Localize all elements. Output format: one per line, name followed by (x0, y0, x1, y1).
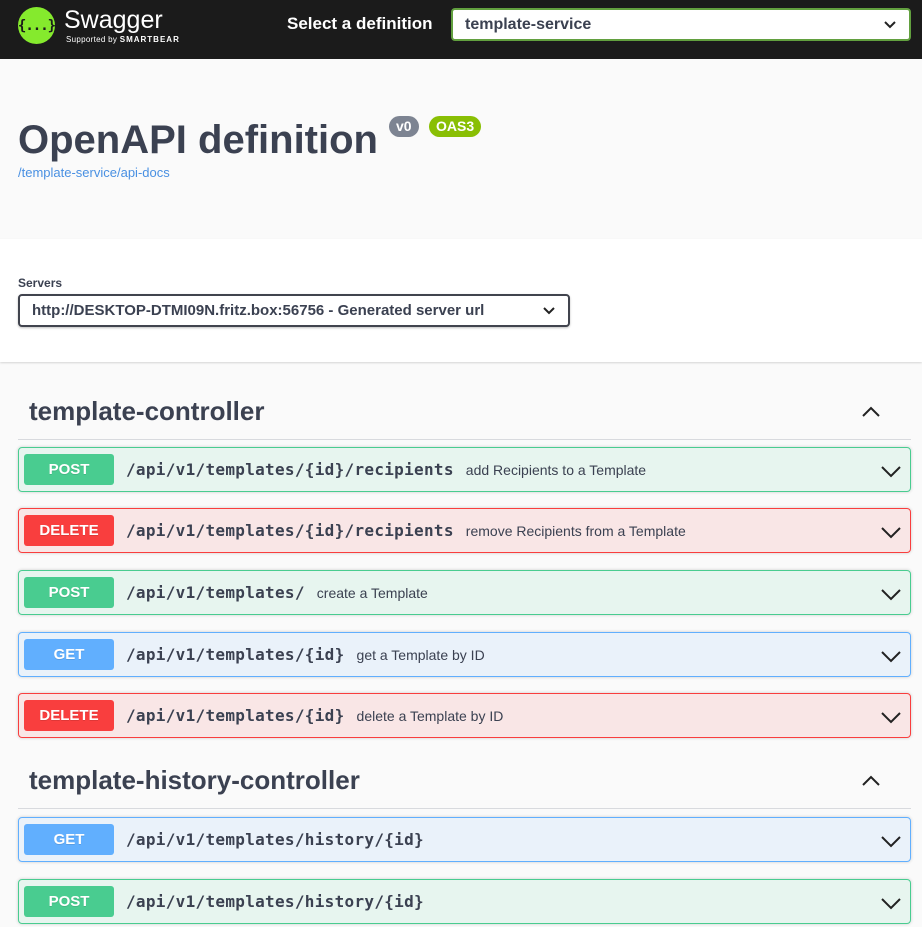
operation-path: /api/v1/templates/history/{id} (126, 830, 424, 849)
chevron-down-icon (543, 306, 555, 314)
chevron-down-icon (884, 20, 896, 28)
method-badge: POST (24, 454, 114, 485)
operation-path: /api/v1/templates/history/{id} (126, 892, 424, 911)
swagger-logo[interactable]: {...} Swagger Supported by SMARTBEAR (18, 6, 180, 45)
tag-name: template-history-controller (29, 765, 360, 795)
operation-post-recipients[interactable]: POST /api/v1/templates/{id}/recipients a… (18, 447, 911, 492)
method-badge: POST (24, 577, 114, 608)
tag-header-template-controller[interactable]: template-controller (18, 384, 911, 440)
operation-summary: get a Template by ID (356, 646, 485, 663)
operation-path: /api/v1/templates/{id}/recipients (126, 460, 454, 479)
logo-text: Swagger Supported by SMARTBEAR (64, 6, 180, 45)
chevron-down-icon (881, 589, 901, 601)
operation-summary: remove Recipients from a Template (465, 522, 686, 539)
chevron-up-icon (862, 775, 880, 786)
method-badge: GET (24, 639, 114, 670)
oas-badge: OAS3 (429, 116, 482, 137)
topbar: {...} Swagger Supported by SMARTBEAR Sel… (0, 0, 922, 59)
operation-summary: add Recipients to a Template (465, 461, 647, 478)
tag-header-template-history-controller[interactable]: template-history-controller (18, 753, 911, 809)
logo-name: Swagger (64, 6, 163, 34)
method-badge: DELETE (24, 700, 114, 731)
chevron-down-icon (881, 527, 901, 539)
definition-label: Select a definition (287, 14, 433, 33)
chevron-down-icon (881, 712, 901, 724)
servers-select-value: http://DESKTOP-DTMI09N.fritz.box:56756 -… (32, 302, 485, 319)
operation-get-history[interactable]: GET /api/v1/templates/history/{id} (18, 817, 911, 862)
operation-post-templates[interactable]: POST /api/v1/templates/ create a Templat… (18, 570, 911, 615)
servers-label: Servers (18, 276, 63, 290)
chevron-down-icon (881, 898, 901, 910)
swagger-logo-icon: {...} (18, 7, 56, 44)
operation-path: /api/v1/templates/ (126, 583, 305, 602)
definition-select[interactable]: template-service (451, 8, 911, 41)
method-badge: GET (24, 824, 114, 855)
logo-sub-prefix: Supported by (66, 35, 118, 44)
chevron-down-icon (881, 651, 901, 663)
logo-sub-brand: SMARTBEAR (119, 35, 180, 44)
operation-delete-recipients[interactable]: DELETE /api/v1/templates/{id}/recipients… (18, 508, 911, 553)
operation-summary: delete a Template by ID (356, 707, 504, 724)
method-badge: POST (24, 886, 114, 917)
page-title: OpenAPI definition (18, 118, 378, 162)
operation-path: /api/v1/templates/{id} (126, 706, 345, 725)
operation-summary: create a Template (316, 584, 428, 601)
version-badge: v0 (389, 116, 419, 137)
method-badge: DELETE (24, 515, 114, 546)
servers-section: Servers http://DESKTOP-DTMI09N.fritz.box… (0, 239, 922, 362)
definition-select-value: template-service (465, 15, 592, 33)
info-section: OpenAPI definition v0 OAS3 /template-ser… (0, 59, 922, 239)
api-docs-link[interactable]: /template-service/api-docs (18, 165, 170, 180)
operation-get-template[interactable]: GET /api/v1/templates/{id} get a Templat… (18, 632, 911, 677)
operation-path: /api/v1/templates/{id}/recipients (126, 521, 454, 540)
chevron-up-icon (862, 406, 880, 417)
operation-path: /api/v1/templates/{id} (126, 645, 345, 664)
chevron-down-icon (881, 836, 901, 848)
chevron-down-icon (881, 466, 901, 478)
operation-post-history[interactable]: POST /api/v1/templates/history/{id} (18, 879, 911, 924)
operation-delete-template[interactable]: DELETE /api/v1/templates/{id} delete a T… (18, 693, 911, 738)
servers-select[interactable]: http://DESKTOP-DTMI09N.fritz.box:56756 -… (18, 294, 570, 327)
tag-name: template-controller (29, 396, 265, 426)
logo-sub: Supported by SMARTBEAR (66, 35, 180, 45)
